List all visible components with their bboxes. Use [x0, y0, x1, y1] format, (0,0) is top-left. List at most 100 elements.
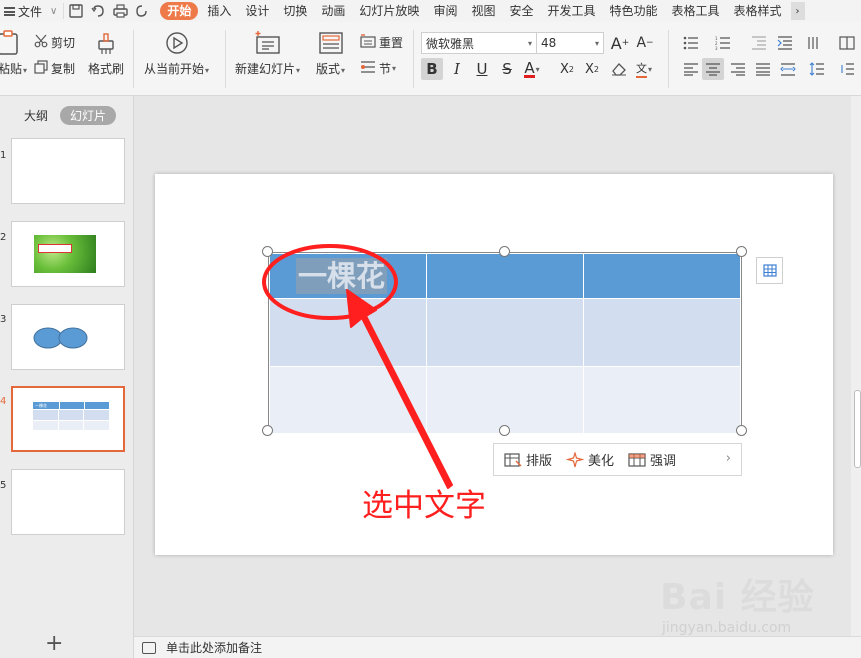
- section-button[interactable]: 节 ▾: [360, 60, 396, 77]
- slide-thumbnail-4[interactable]: 一棵花: [11, 386, 125, 452]
- tab-animation[interactable]: 动画: [314, 0, 352, 22]
- from-current-button[interactable]: 从当前开始▾: [144, 30, 209, 77]
- underline-button[interactable]: U: [471, 58, 493, 80]
- table-cell[interactable]: [426, 366, 584, 434]
- table[interactable]: 一棵花: [268, 252, 742, 434]
- format-painter-button[interactable]: 格式刷: [88, 30, 124, 77]
- scrollbar-thumb[interactable]: [854, 390, 861, 468]
- table-cell[interactable]: [426, 253, 584, 299]
- tab-security[interactable]: 安全: [502, 0, 540, 22]
- chevron-down-icon: ▾: [594, 38, 599, 48]
- numbering-icon[interactable]: 123: [712, 32, 734, 54]
- slide-thumbnail-3[interactable]: [11, 304, 125, 370]
- paragraph-spacing-icon[interactable]: [836, 58, 858, 80]
- reset-button[interactable]: 重置: [360, 34, 403, 51]
- font-color-button[interactable]: A ▾: [521, 58, 543, 80]
- text-direction-icon[interactable]: [804, 32, 826, 54]
- notes-bar[interactable]: 单击此处添加备注: [134, 636, 861, 658]
- slide-thumbnail-1[interactable]: [11, 138, 125, 204]
- table-options-icon[interactable]: [756, 257, 783, 284]
- superscript-button[interactable]: X2: [556, 58, 578, 80]
- layout-label: 排版: [526, 454, 553, 469]
- beautify-button[interactable]: 美化: [566, 450, 614, 469]
- watermark-main: Bai 经验: [660, 577, 815, 618]
- layout-icon: [318, 30, 344, 56]
- print-icon[interactable]: [112, 3, 128, 19]
- resize-handle-top-right[interactable]: [736, 246, 747, 257]
- table-cell[interactable]: [269, 298, 427, 367]
- new-slide-button[interactable]: 新建幻灯片▾: [235, 30, 300, 77]
- file-menu[interactable]: 文件: [0, 0, 46, 22]
- align-left-icon[interactable]: [680, 58, 702, 80]
- increase-indent-icon[interactable]: [774, 32, 796, 54]
- font-name-select[interactable]: 微软雅黑 ▾: [421, 32, 537, 54]
- phonetic-guide-button[interactable]: 文 ▾: [633, 58, 655, 80]
- tab-slides[interactable]: 幻灯片: [60, 106, 117, 125]
- tab-review[interactable]: 审阅: [426, 0, 464, 22]
- more-tabs-icon[interactable]: ›: [790, 2, 805, 20]
- new-slide-label: 新建幻灯片: [235, 62, 296, 76]
- distribute-icon[interactable]: [777, 58, 799, 80]
- copy-button[interactable]: 复制: [34, 60, 75, 77]
- tab-slideshow[interactable]: 幻灯片放映: [352, 0, 426, 22]
- align-right-icon[interactable]: [727, 58, 749, 80]
- save-icon[interactable]: [68, 3, 84, 19]
- tab-developer[interactable]: 开发工具: [540, 0, 602, 22]
- tab-home[interactable]: 开始: [160, 2, 199, 20]
- tab-insert[interactable]: 插入: [200, 0, 238, 22]
- format-painter-icon: [93, 30, 119, 56]
- table-cell[interactable]: 一棵花: [269, 253, 427, 299]
- vertical-scrollbar[interactable]: [851, 96, 861, 636]
- resize-handle-top[interactable]: [499, 246, 510, 257]
- tab-transition[interactable]: 切换: [276, 0, 314, 22]
- align-center-icon[interactable]: [702, 58, 724, 80]
- font-name-value: 微软雅黑: [426, 36, 475, 51]
- slide-thumbnail-5[interactable]: [11, 469, 125, 535]
- italic-button[interactable]: I: [446, 58, 468, 80]
- table-cell[interactable]: [583, 298, 741, 367]
- columns-icon[interactable]: [836, 32, 858, 54]
- eraser-icon[interactable]: [608, 58, 630, 80]
- slide-thumbnail-2[interactable]: [11, 221, 125, 287]
- bold-button[interactable]: B: [421, 58, 443, 80]
- resize-handle-bottom-left[interactable]: [262, 425, 273, 436]
- table-cell[interactable]: [269, 366, 427, 434]
- selected-cell-text[interactable]: 一棵花: [296, 258, 388, 294]
- table-emphasis-icon: [628, 452, 646, 467]
- decrease-font-button[interactable]: A −: [634, 32, 656, 54]
- table-cell[interactable]: [426, 298, 584, 367]
- table-cell[interactable]: [583, 253, 741, 299]
- tab-table-tools[interactable]: 表格工具: [665, 0, 727, 22]
- add-slide-icon[interactable]: +: [45, 631, 63, 656]
- layout-button[interactable]: 排版: [504, 450, 552, 469]
- resize-handle-bottom[interactable]: [499, 425, 510, 436]
- tab-design[interactable]: 设计: [238, 0, 276, 22]
- resize-handle-bottom-right[interactable]: [736, 425, 747, 436]
- emphasis-button[interactable]: 强调: [628, 450, 676, 469]
- chevron-down-icon[interactable]: ∨: [50, 6, 57, 17]
- justify-icon[interactable]: [752, 58, 774, 80]
- resize-handle-top-left[interactable]: [262, 246, 273, 257]
- increase-font-button[interactable]: A +: [609, 32, 631, 54]
- chevron-right-icon[interactable]: ›: [726, 451, 731, 466]
- undo-icon[interactable]: [90, 3, 106, 19]
- tab-table-style[interactable]: 表格样式: [727, 0, 789, 22]
- sparkle-icon: [566, 451, 585, 467]
- layout-button[interactable]: 版式▾: [316, 30, 345, 77]
- bullets-icon[interactable]: [680, 32, 702, 54]
- tab-special[interactable]: 特色功能: [603, 0, 665, 22]
- paste-icon: [0, 30, 22, 56]
- tab-view[interactable]: 视图: [464, 0, 502, 22]
- decrease-indent-icon[interactable]: [748, 32, 770, 54]
- redo-icon[interactable]: [134, 3, 150, 19]
- emphasis-label: 强调: [650, 454, 677, 469]
- cut-button[interactable]: 剪切: [34, 34, 75, 51]
- tab-outline[interactable]: 大纲: [24, 107, 48, 124]
- line-spacing-icon[interactable]: [806, 58, 828, 80]
- strikethrough-button[interactable]: S: [496, 58, 518, 80]
- table-cell[interactable]: [583, 366, 741, 434]
- flower-image-thumbnail: [34, 235, 96, 273]
- font-size-select[interactable]: 48 ▾: [536, 32, 604, 54]
- paste-button[interactable]: 粘贴▾: [0, 30, 27, 77]
- subscript-button[interactable]: X2: [581, 58, 603, 80]
